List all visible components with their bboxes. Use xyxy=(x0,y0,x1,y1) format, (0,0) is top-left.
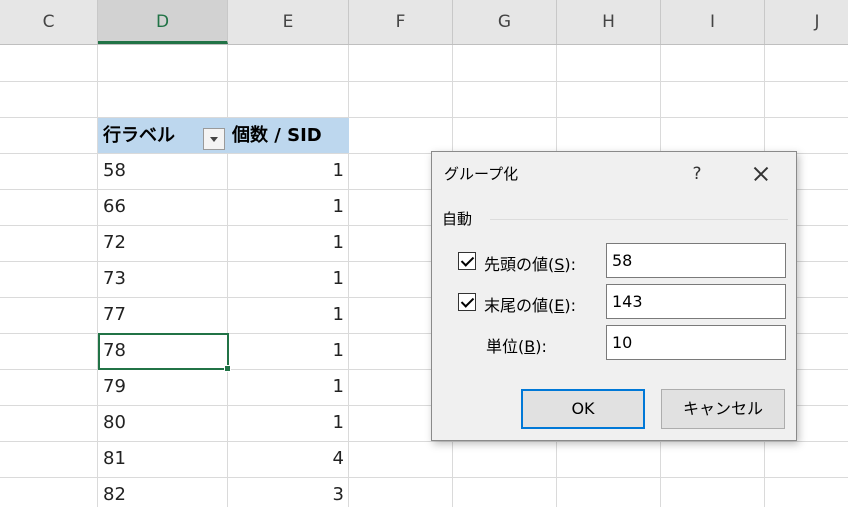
table-row[interactable]: 79 1 xyxy=(98,369,349,405)
column-header-c[interactable]: C xyxy=(0,0,98,44)
row-key: 82 xyxy=(103,484,126,505)
column-header-d[interactable]: D xyxy=(98,0,228,44)
row-value: 1 xyxy=(332,268,344,289)
table-row[interactable]: 66 1 xyxy=(98,189,349,225)
filter-dropdown-icon[interactable] xyxy=(203,128,225,150)
row-key: 77 xyxy=(103,304,126,325)
row-value: 1 xyxy=(332,232,344,253)
column-header-bar: C D E F G H I J xyxy=(0,0,848,45)
close-icon[interactable] xyxy=(744,156,778,192)
start-value-checkbox[interactable] xyxy=(458,252,476,270)
column-header-j[interactable]: J xyxy=(765,0,848,44)
table-row[interactable]: 73 1 xyxy=(98,261,349,297)
end-value-checkbox[interactable] xyxy=(458,293,476,311)
column-header-g[interactable]: G xyxy=(453,0,557,44)
row-key: 80 xyxy=(103,412,126,433)
row-value: 1 xyxy=(332,340,344,361)
row-value: 1 xyxy=(332,304,344,325)
row-key: 73 xyxy=(103,268,126,289)
cancel-button[interactable]: キャンセル xyxy=(661,389,785,429)
row-value: 1 xyxy=(332,160,344,181)
column-header-f[interactable]: F xyxy=(349,0,453,44)
pivot-row-label-header[interactable]: 行ラベル xyxy=(103,118,175,153)
unit-label: 単位(B): xyxy=(486,337,547,356)
row-value: 3 xyxy=(332,484,344,505)
table-row[interactable]: 58 1 xyxy=(98,153,349,189)
column-header-e[interactable]: E xyxy=(228,0,349,44)
row-key: 66 xyxy=(103,196,126,217)
auto-group-label: 自動 xyxy=(442,210,473,228)
end-value-label: 末尾の値(E): xyxy=(484,296,576,315)
dialog-title: グループ化 xyxy=(444,165,519,183)
end-value-input[interactable]: 143 xyxy=(606,284,786,319)
row-key: 58 xyxy=(103,160,126,181)
ok-button[interactable]: OK xyxy=(521,389,645,429)
row-value: 4 xyxy=(332,448,344,469)
row-value: 1 xyxy=(332,412,344,433)
grouping-dialog: グループ化 ? 自動 先頭の値(S): 58 末尾の値(E): 143 単位(B… xyxy=(431,151,797,441)
pivot-value-header[interactable]: 個数 / SID xyxy=(232,118,322,153)
row-value: 1 xyxy=(332,196,344,217)
table-row[interactable]: 72 1 xyxy=(98,225,349,261)
unit-input[interactable]: 10 xyxy=(606,325,786,360)
column-header-i[interactable]: I xyxy=(661,0,765,44)
help-button[interactable]: ? xyxy=(680,156,714,192)
table-row[interactable]: 77 1 xyxy=(98,297,349,333)
table-row[interactable]: 80 1 xyxy=(98,405,349,441)
column-header-h[interactable]: H xyxy=(557,0,661,44)
start-value-label: 先頭の値(S): xyxy=(484,255,577,274)
group-divider xyxy=(490,219,788,220)
table-row[interactable]: 81 4 xyxy=(98,441,349,477)
active-cell-selection[interactable] xyxy=(98,333,231,372)
row-key: 79 xyxy=(103,376,126,397)
row-key: 81 xyxy=(103,448,126,469)
table-row[interactable]: 82 3 xyxy=(98,477,349,513)
row-key: 72 xyxy=(103,232,126,253)
start-value-input[interactable]: 58 xyxy=(606,243,786,278)
row-value: 1 xyxy=(332,376,344,397)
